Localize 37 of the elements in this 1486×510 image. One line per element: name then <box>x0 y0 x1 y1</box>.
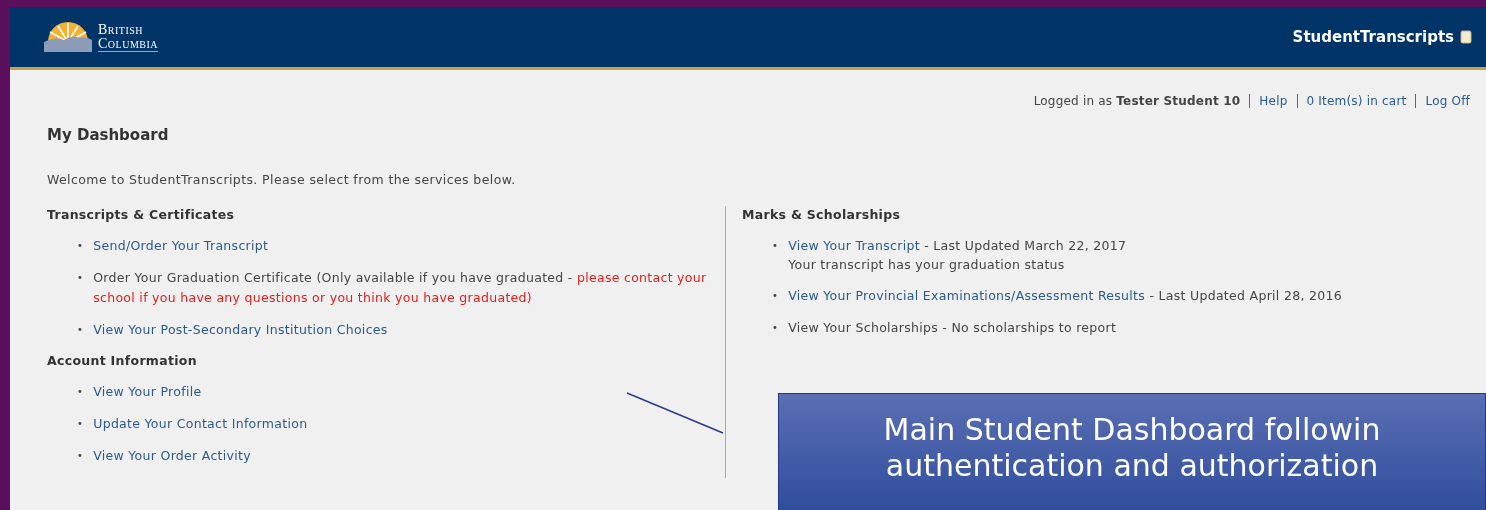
item-link[interactable]: View Your Post-Secondary Institution Choices <box>93 320 388 340</box>
bullet: • <box>77 271 84 285</box>
section-heading: Marks & Scholarships <box>742 206 902 224</box>
logo-text: Columbia <box>98 36 158 51</box>
callout-text: Main Student Dashboard followin <box>883 412 1381 448</box>
bullet: • <box>772 239 779 253</box>
header-link[interactable]: 0 Item(s) in cart <box>1306 94 1407 108</box>
bullet: • <box>772 321 779 335</box>
bullet: • <box>77 239 84 253</box>
item-link[interactable]: Send/Order Your Transcript <box>93 236 269 256</box>
bullet: • <box>772 289 779 303</box>
item-text: View Your Transcript - Last Updated March 22, 2017 <box>788 237 1127 255</box>
header-link[interactable]: Log Off <box>1425 94 1470 108</box>
callout-text: authentication and authorization <box>885 448 1379 484</box>
page-title: My Dashboard <box>47 126 170 146</box>
bullet: • <box>77 449 84 463</box>
app-title: StudentTranscripts <box>1292 28 1454 46</box>
header-link[interactable]: Help <box>1259 94 1288 108</box>
book-icon <box>1460 30 1472 44</box>
login-status: Logged in as Tester Student 10 <box>1033 94 1241 108</box>
item-link[interactable]: Update Your Contact Information <box>93 414 308 434</box>
item-text: View Your Provincial Examinations/Assessment Results - Last Updated April 28, 2016 <box>788 287 1342 305</box>
bullet: • <box>77 417 84 431</box>
item-text: View Your Scholarships - No scholarships to report <box>788 319 1117 337</box>
welcome-text: Welcome to StudentTranscripts. Please select from the services below. <box>47 172 517 188</box>
item-link[interactable]: View Your Provincial Examinations/Assessment Results <box>788 288 1146 303</box>
logo-text: British <box>98 22 145 37</box>
item-text: Order Your Graduation Certificate (Only available if you have graduated - please contact your school if you have any questions or you think you have graduated) <box>93 269 708 307</box>
bullet: • <box>77 385 84 399</box>
item-link[interactable]: View Your Order Activity <box>93 446 251 466</box>
item-link[interactable]: View Your Transcript <box>788 238 920 253</box>
bullet: • <box>77 323 84 337</box>
item-link[interactable]: View Your Profile <box>93 382 202 402</box>
sun-mountain-logo-icon <box>44 22 92 52</box>
section-heading: Transcripts & Certificates <box>47 206 236 224</box>
item-note: Your transcript has your graduation status <box>788 256 1066 274</box>
section-heading: Account Information <box>47 352 198 370</box>
